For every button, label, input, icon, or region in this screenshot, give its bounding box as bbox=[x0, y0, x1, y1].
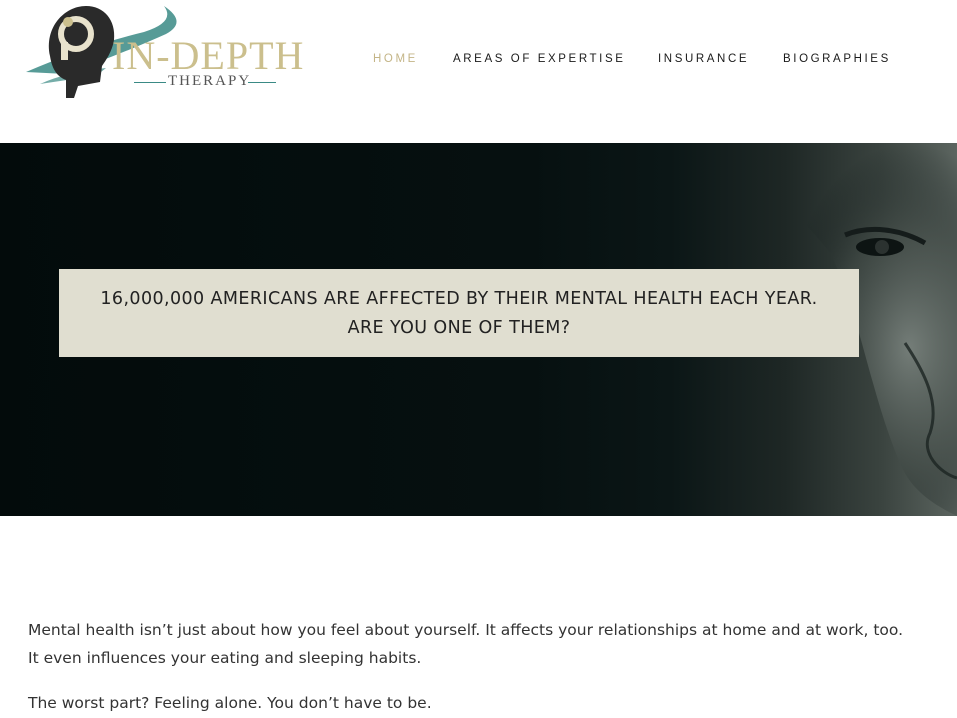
hero-message-box: 16,000,000 AMERICANS ARE AFFECTED BY THE… bbox=[59, 269, 859, 357]
site-header: IN-DEPTH THERAPY HOME AREAS OF EXPERTISE… bbox=[0, 0, 957, 143]
site-logo[interactable]: IN-DEPTH THERAPY bbox=[26, 2, 306, 102]
logo-rule-right bbox=[248, 82, 276, 83]
hero-headline: 16,000,000 AMERICANS ARE AFFECTED BY THE… bbox=[100, 289, 818, 309]
nav-item-home[interactable]: HOME bbox=[373, 53, 418, 65]
main-nav: HOME AREAS OF EXPERTISE INSURANCE BIOGRA… bbox=[0, 53, 957, 67]
nav-item-areas-of-expertise[interactable]: AREAS OF EXPERTISE bbox=[453, 53, 626, 65]
intro-content: Mental health isn’t just about how you f… bbox=[28, 616, 908, 717]
intro-paragraph-2: The worst part? Feeling alone. You don’t… bbox=[28, 694, 432, 712]
nav-item-biographies[interactable]: BIOGRAPHIES bbox=[783, 53, 891, 65]
hero-question: ARE YOU ONE OF THEM? bbox=[347, 318, 571, 338]
logo-tagline: THERAPY bbox=[168, 73, 252, 89]
hero-banner: 16,000,000 AMERICANS ARE AFFECTED BY THE… bbox=[0, 143, 957, 516]
nav-item-insurance[interactable]: INSURANCE bbox=[658, 53, 749, 65]
logo-rule-left bbox=[134, 82, 166, 83]
intro-paragraph: Mental health isn’t just about how you f… bbox=[28, 621, 904, 667]
